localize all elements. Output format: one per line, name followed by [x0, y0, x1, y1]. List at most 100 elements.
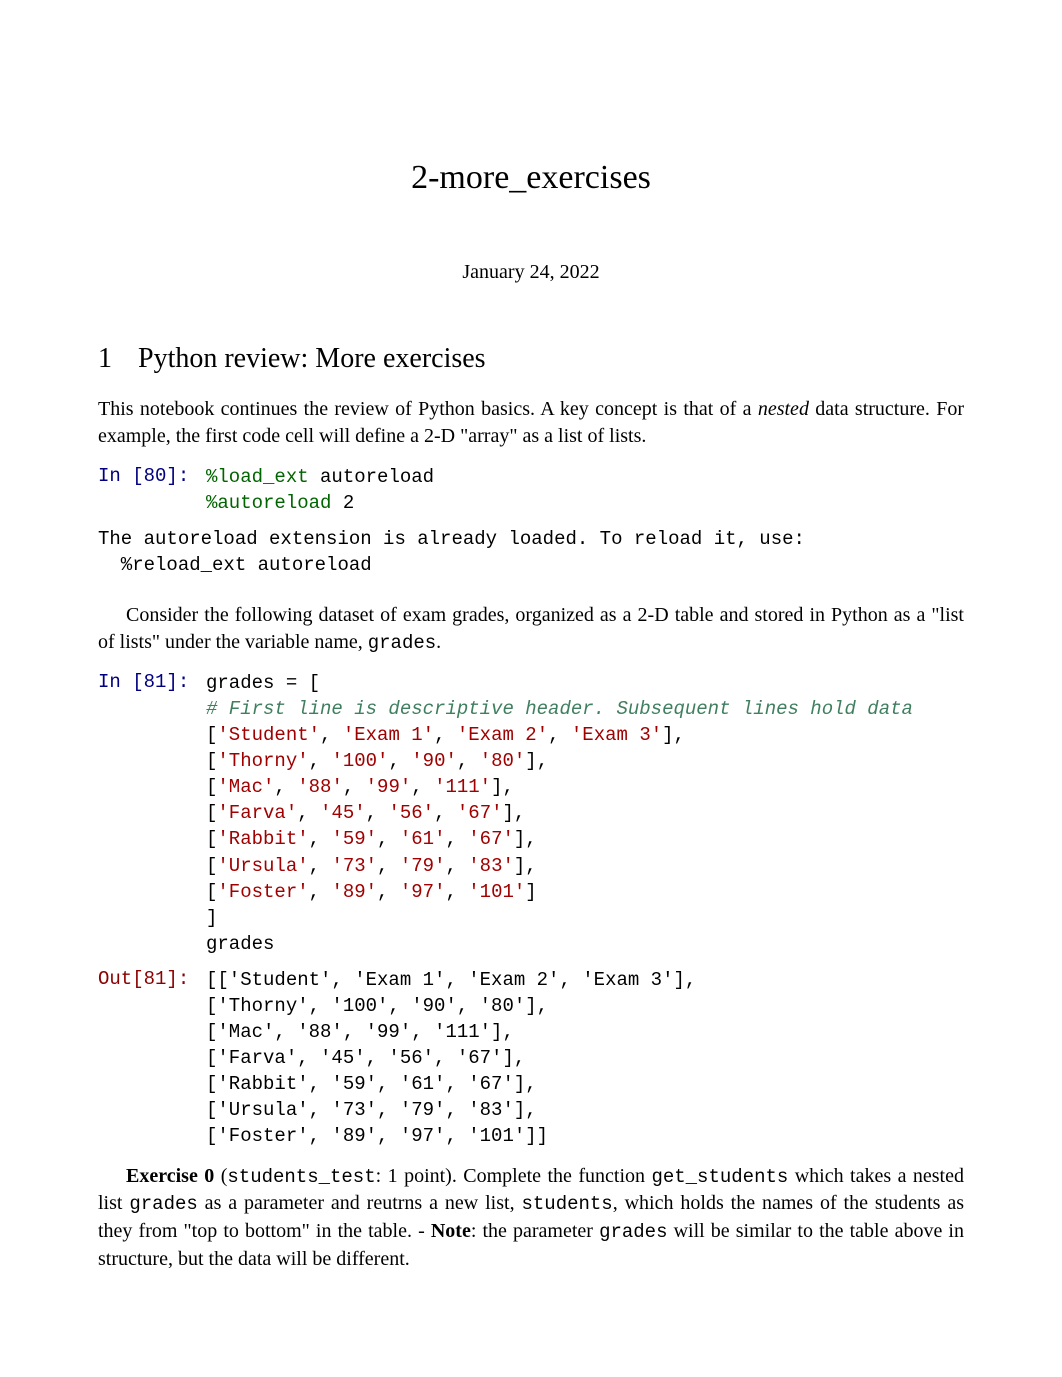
- output-line: ['Ursula', '73', '79', '83'],: [206, 1097, 964, 1123]
- punct: [: [206, 828, 217, 850]
- punct: ,: [309, 855, 332, 877]
- magic-arg: 2: [331, 492, 354, 514]
- code-line: ]: [206, 905, 964, 931]
- code-body: grades = [ # First line is descriptive h…: [206, 670, 964, 956]
- punct: ,: [297, 802, 320, 824]
- punct: [: [206, 802, 217, 824]
- punct: ,: [377, 855, 400, 877]
- code-line: grades: [206, 931, 964, 957]
- punct: ,: [309, 750, 332, 772]
- str: '80': [480, 750, 526, 772]
- punct: ,: [457, 750, 480, 772]
- text-emph: nested: [758, 398, 809, 420]
- str: 'Rabbit': [217, 828, 308, 850]
- str: '89': [331, 881, 377, 903]
- input-prompt: In [80]:: [98, 464, 206, 490]
- str: '101': [468, 881, 525, 903]
- punct: ,: [548, 724, 571, 746]
- str: 'Foster': [217, 881, 308, 903]
- exercise-label: Exercise 0: [126, 1165, 214, 1187]
- str: 'Exam 3': [571, 724, 662, 746]
- punct: [: [206, 855, 217, 877]
- code-line: %load_ext autoreload: [206, 464, 964, 490]
- str: '88': [297, 776, 343, 798]
- code-cell-81: In [81]: grades = [ # First line is desc…: [98, 670, 964, 956]
- str: '97': [400, 881, 446, 903]
- code-line: ['Mac', '88', '99', '111'],: [206, 774, 964, 800]
- inline-code: students_test: [227, 1166, 375, 1188]
- punct: ],: [525, 750, 548, 772]
- str: '67': [468, 828, 514, 850]
- note-label: Note: [431, 1220, 471, 1242]
- punct: [: [206, 750, 217, 772]
- str: 'Exam 1': [343, 724, 434, 746]
- punct: ,: [445, 855, 468, 877]
- inline-code: grades: [129, 1193, 197, 1215]
- paragraph: Consider the following dataset of exam g…: [98, 602, 964, 657]
- punct: ],: [491, 776, 514, 798]
- str: '90': [411, 750, 457, 772]
- output-line: ['Rabbit', '59', '61', '67'],: [206, 1071, 964, 1097]
- inline-code: grades: [599, 1221, 667, 1243]
- punct: [: [206, 724, 217, 746]
- punct: ,: [343, 776, 366, 798]
- stdout-line: %reload_ext autoreload: [98, 554, 372, 576]
- punct: [: [206, 881, 217, 903]
- section-title: Python review: More exercises: [138, 343, 486, 374]
- output-line: ['Mac', '88', '99', '111'],: [206, 1019, 964, 1045]
- code-line: ['Rabbit', '59', '61', '67'],: [206, 826, 964, 852]
- punct: ,: [377, 881, 400, 903]
- output-body: [['Student', 'Exam 1', 'Exam 2', 'Exam 3…: [206, 967, 964, 1149]
- punct: ],: [662, 724, 685, 746]
- code-body: %load_ext autoreload %autoreload 2: [206, 464, 964, 516]
- punct: ],: [503, 802, 526, 824]
- output-line: ['Farva', '45', '56', '67'],: [206, 1045, 964, 1071]
- magic-arg: autoreload: [309, 466, 434, 488]
- section-number: 1: [98, 340, 138, 378]
- punct: ],: [514, 855, 537, 877]
- str: '79': [400, 855, 446, 877]
- output-line: [['Student', 'Exam 1', 'Exam 2', 'Exam 3…: [206, 967, 964, 993]
- magic: %load_ext: [206, 466, 309, 488]
- str: '111': [434, 776, 491, 798]
- output-line: ['Foster', '89', '97', '101']]: [206, 1123, 964, 1149]
- str: 'Mac': [217, 776, 274, 798]
- intro-paragraph: This notebook continues the review of Py…: [98, 396, 964, 450]
- inline-code: students: [521, 1193, 612, 1215]
- inline-code: get_students: [651, 1166, 788, 1188]
- str: '67': [457, 802, 503, 824]
- str: '61': [400, 828, 446, 850]
- output-line: ['Thorny', '100', '90', '80'],: [206, 993, 964, 1019]
- str: '73': [331, 855, 377, 877]
- str: 'Thorny': [217, 750, 308, 772]
- input-prompt: In [81]:: [98, 670, 206, 696]
- section-heading: 1Python review: More exercises: [98, 340, 964, 378]
- document-page: 2-more_exercises January 24, 2022 1Pytho…: [0, 0, 1062, 1357]
- str: '45': [320, 802, 366, 824]
- code-line: ['Foster', '89', '97', '101']: [206, 879, 964, 905]
- punct: ,: [309, 828, 332, 850]
- punct: ,: [320, 724, 343, 746]
- text: (: [214, 1165, 227, 1187]
- output-prompt: Out[81]:: [98, 967, 206, 993]
- stdout-block: The autoreload extension is already load…: [98, 526, 964, 578]
- punct: ,: [309, 881, 332, 903]
- str: 'Student': [217, 724, 320, 746]
- text: : the parameter: [471, 1220, 599, 1242]
- code-cell-80: In [80]: %load_ext autoreload %autoreloa…: [98, 464, 964, 516]
- str: '100': [331, 750, 388, 772]
- str: 'Exam 2': [457, 724, 548, 746]
- punct: ,: [445, 881, 468, 903]
- punct: ,: [445, 828, 468, 850]
- text: This notebook continues the review of Py…: [98, 398, 758, 420]
- punct: ]: [525, 881, 536, 903]
- code-line: ['Farva', '45', '56', '67'],: [206, 800, 964, 826]
- exercise-paragraph: Exercise 0 (students_test: 1 point). Com…: [98, 1163, 964, 1273]
- punct: ],: [514, 828, 537, 850]
- str: '83': [468, 855, 514, 877]
- code-line: ['Ursula', '73', '79', '83'],: [206, 853, 964, 879]
- document-title: 2-more_exercises: [98, 155, 964, 201]
- punct: [: [206, 776, 217, 798]
- str: '99': [366, 776, 412, 798]
- str: 'Ursula': [217, 855, 308, 877]
